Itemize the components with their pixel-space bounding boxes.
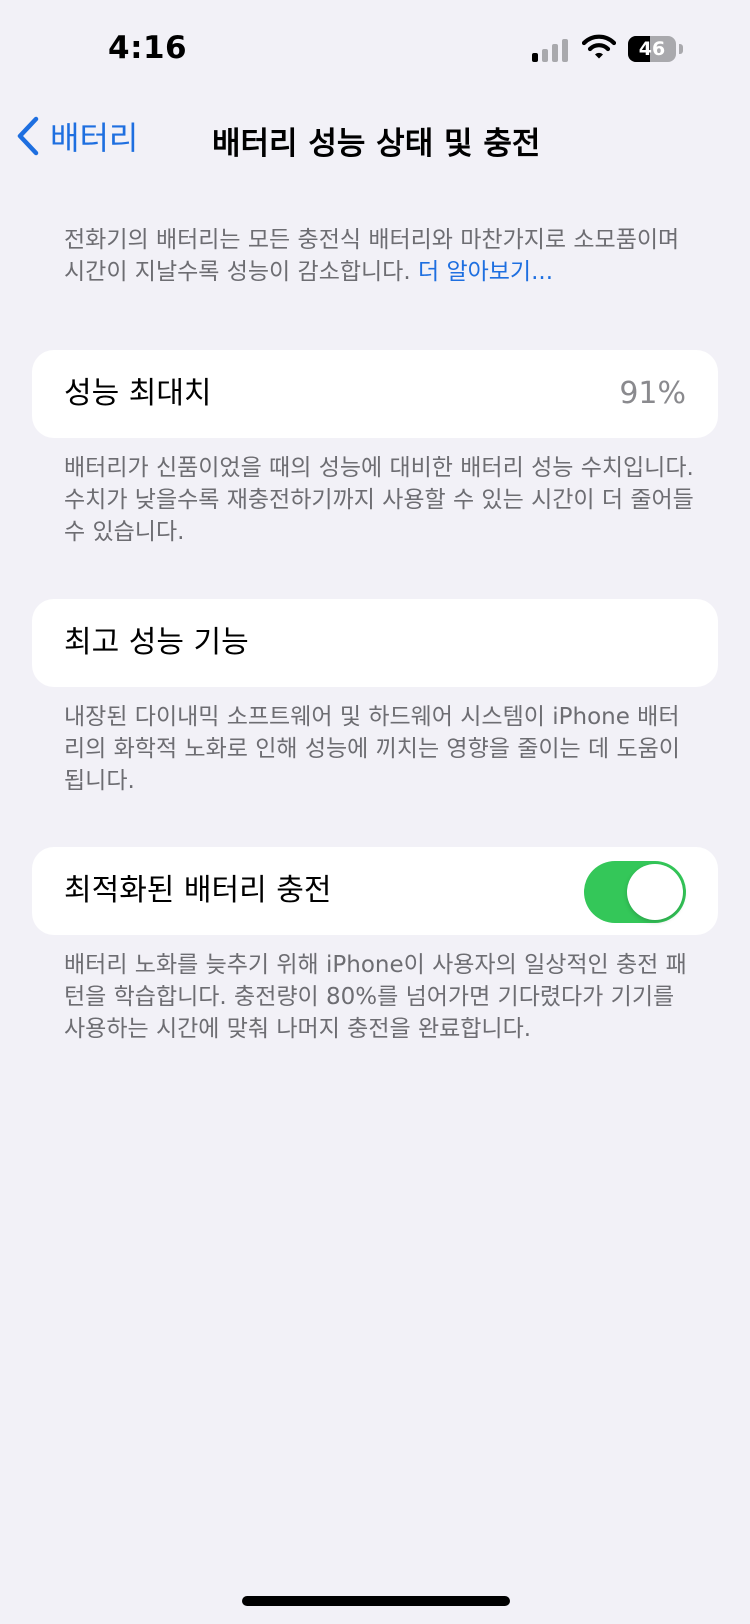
cellular-signal-icon (532, 38, 570, 62)
peak-performance-label: 최고 성능 기능 (64, 625, 249, 660)
peak-performance-footnote: 내장된 다이내믹 소프트웨어 및 하드웨어 시스템이 iPhone 배터리의 화… (64, 704, 680, 794)
wifi-icon (582, 34, 616, 59)
optimized-charging-toggle[interactable] (584, 861, 686, 923)
battery-cap (679, 44, 683, 54)
battery-icon: 46 (628, 36, 676, 62)
max-capacity-value: 91% (619, 376, 686, 411)
max-capacity-footnote: 배터리가 신품이었을 때의 성능에 대비한 배터리 성능 수치입니다. 수치가 … (64, 455, 694, 545)
learn-more-link[interactable]: 더 알아보기... (418, 259, 553, 285)
chevron-left-icon (17, 116, 39, 156)
peak-performance-row: 최고 성능 기능 (32, 599, 718, 687)
page-title: 배터리 성능 상태 및 충전 (212, 126, 541, 162)
home-indicator[interactable] (242, 1596, 510, 1606)
max-capacity-row: 성능 최대치 91% (32, 350, 718, 438)
toggle-knob (627, 864, 683, 920)
max-capacity-label: 성능 최대치 (64, 376, 212, 411)
status-time: 4:16 (108, 30, 188, 66)
back-button[interactable]: 배터리 (16, 112, 138, 160)
optimized-charging-footnote: 배터리 노화를 늦추기 위해 iPhone이 사용자의 일상적인 충전 패턴을 … (64, 952, 687, 1042)
intro-description: 전화기의 배터리는 모든 충전식 배터리와 마찬가지로 소모품이며 시간이 지날… (64, 227, 680, 285)
optimized-charging-label: 최적화된 배터리 충전 (64, 873, 332, 908)
navigation-bar: 배터리 배터리 성능 상태 및 충전 (0, 100, 750, 180)
status-bar: 4:16 46 (0, 0, 750, 100)
battery-level: 46 (638, 38, 666, 60)
back-button-label: 배터리 (50, 119, 139, 157)
optimized-charging-row: 최적화된 배터리 충전 (32, 847, 718, 935)
intro-text: 전화기의 배터리는 모든 충전식 배터리와 마찬가지로 소모품이며 시간이 지날… (64, 224, 694, 288)
